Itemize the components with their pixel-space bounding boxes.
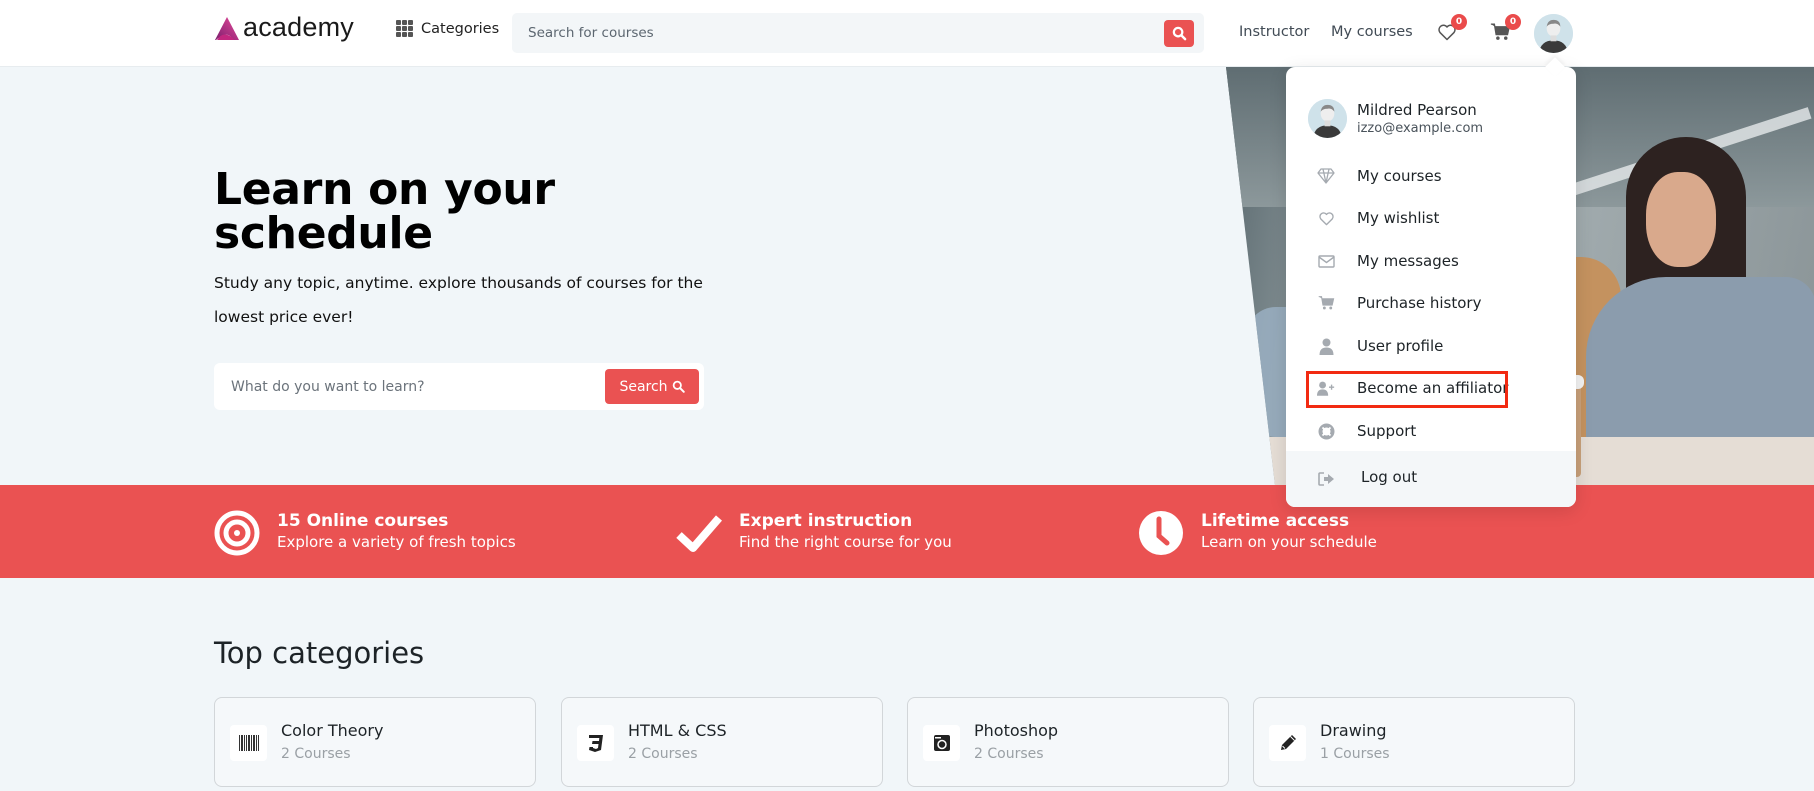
hero-search-button-label: Search [619, 378, 668, 395]
menu-item-user-profile[interactable]: User profile [1286, 328, 1576, 364]
category-name: HTML & CSS [628, 721, 727, 740]
hero-search-bar: Search [214, 363, 704, 410]
category-card-drawing[interactable]: Drawing 1 Courses [1253, 697, 1575, 787]
menu-item-become-affiliator[interactable]: Become an affiliator [1286, 370, 1576, 406]
life-ring-icon [1317, 422, 1335, 440]
feature-online-courses: 15 Online courses Explore a variety of f… [214, 510, 516, 556]
menu-item-label: My messages [1357, 252, 1459, 270]
hero-subtitle: Study any topic, anytime. explore thousa… [214, 274, 703, 326]
user-icon [1317, 337, 1335, 355]
hero-search-button[interactable]: Search [605, 369, 699, 404]
diamond-icon [1317, 167, 1335, 185]
sign-out-icon [1317, 470, 1335, 488]
categories-label: Categories [421, 21, 500, 37]
avatar-icon [1308, 99, 1347, 138]
heart-icon [1317, 209, 1335, 227]
feature-title: 15 Online courses [277, 511, 449, 531]
dropdown-user-email: izzo@example.com [1357, 120, 1484, 136]
category-card-photoshop[interactable]: Photoshop 2 Courses [907, 697, 1229, 787]
menu-item-my-wishlist[interactable]: My wishlist [1286, 200, 1576, 236]
header-search [512, 13, 1204, 53]
header-search-button[interactable] [1164, 20, 1194, 47]
category-count: 1 Courses [1320, 746, 1390, 762]
category-card-color-theory[interactable]: Color Theory 2 Courses [214, 697, 536, 787]
category-name: Photoshop [974, 721, 1059, 740]
feature-desc: Explore a variety of fresh topics [277, 533, 516, 551]
camera-window-icon [923, 725, 960, 761]
grid-icon [396, 20, 415, 38]
menu-item-support[interactable]: Support [1286, 413, 1576, 449]
feature-expert-instruction: Expert instruction Find the right course… [676, 510, 952, 556]
css3-icon [577, 725, 614, 761]
wishlist-button[interactable]: 0 [1437, 14, 1467, 46]
logo-icon [215, 16, 239, 40]
hero-title: Learn on your schedule [214, 164, 555, 259]
header-search-input[interactable] [512, 13, 1132, 53]
category-card-html-css[interactable]: HTML & CSS 2 Courses [561, 697, 883, 787]
cart-button[interactable]: 0 [1490, 14, 1521, 46]
dropdown-avatar [1308, 99, 1347, 138]
logout-label: Log out [1361, 468, 1418, 486]
category-count: 2 Courses [628, 746, 698, 762]
feature-title: Lifetime access [1201, 511, 1350, 531]
feature-lifetime-access: Lifetime access Learn on your schedule [1138, 510, 1377, 556]
cart-count-badge: 0 [1505, 14, 1521, 30]
menu-item-logout[interactable]: Log out [1286, 451, 1576, 507]
hero-search-input[interactable] [214, 363, 594, 410]
menu-item-label: Become an affiliator [1357, 379, 1509, 397]
menu-item-purchase-history[interactable]: Purchase history [1286, 285, 1576, 321]
feature-title: Expert instruction [739, 511, 913, 531]
target-icon [214, 510, 260, 556]
nav-my-courses[interactable]: My courses [1331, 24, 1413, 40]
cart-icon [1317, 294, 1335, 312]
dropdown-user-name: Mildred Pearson [1357, 100, 1477, 119]
logo-text: academy [243, 12, 354, 42]
menu-item-label: User profile [1357, 337, 1444, 355]
dropdown-user-info: Mildred Pearson izzo@example.com [1308, 99, 1483, 138]
nav-instructor[interactable]: Instructor [1239, 24, 1309, 40]
feature-desc: Learn on your schedule [1201, 533, 1377, 551]
envelope-icon [1317, 252, 1335, 270]
menu-item-label: Support [1357, 422, 1417, 440]
search-icon [1172, 26, 1186, 41]
menu-item-label: My courses [1357, 167, 1442, 185]
clock-icon [1139, 511, 1183, 555]
user-dropdown-menu: Mildred Pearson izzo@example.com My cour… [1286, 67, 1576, 507]
feature-desc: Find the right course for you [739, 533, 952, 551]
user-plus-icon [1317, 379, 1335, 397]
user-avatar-button[interactable] [1534, 14, 1573, 53]
pencil-icon [1269, 725, 1306, 761]
category-count: 2 Courses [281, 746, 351, 762]
search-icon [672, 380, 685, 393]
category-count: 2 Courses [974, 746, 1044, 762]
menu-item-my-courses[interactable]: My courses [1286, 158, 1576, 194]
avatar-icon [1534, 14, 1573, 53]
menu-item-label: My wishlist [1357, 209, 1440, 227]
top-categories-title: Top categories [214, 636, 425, 670]
categories-button[interactable]: Categories [396, 20, 499, 38]
barcode-icon [230, 725, 267, 761]
category-name: Color Theory [281, 721, 384, 740]
category-name: Drawing [1320, 721, 1387, 740]
wishlist-count-badge: 0 [1451, 14, 1467, 30]
academy-logo[interactable]: academy [214, 12, 354, 44]
check-icon [676, 515, 722, 552]
menu-item-label: Purchase history [1357, 294, 1482, 312]
menu-item-my-messages[interactable]: My messages [1286, 243, 1576, 279]
top-navbar: academy Categories Instructor My courses… [0, 0, 1814, 67]
